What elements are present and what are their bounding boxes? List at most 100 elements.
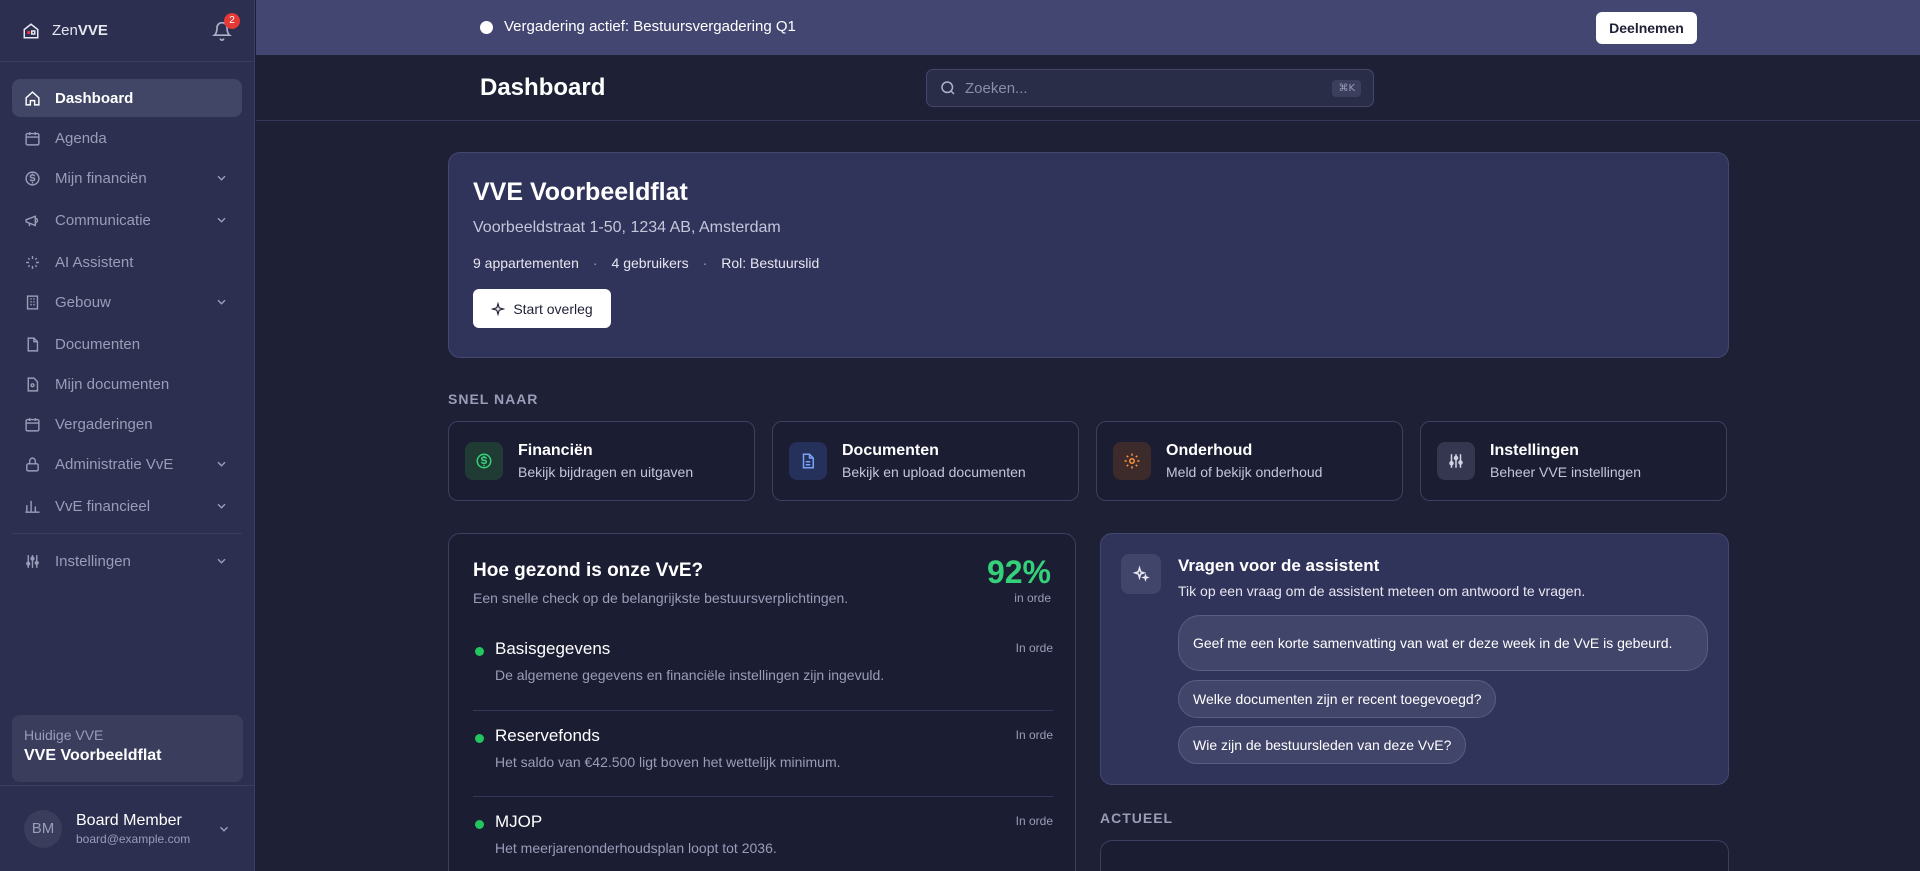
health-item-status: In orde (1015, 641, 1053, 655)
vve-meta: 9 appartementen · 4 gebruikers · Rol: Be… (473, 255, 1704, 271)
health-subtitle: Een snelle check op de belangrijkste bes… (473, 590, 849, 606)
status-dot (475, 820, 484, 829)
assistant-subtitle: Tik op een vraag om de assistent meteen … (1178, 583, 1586, 599)
lock-icon (26, 456, 39, 472)
sidebar-item-instellingen[interactable]: Instellingen (12, 542, 242, 580)
actueel-card (1100, 840, 1729, 871)
quick-link-text: Onderhoud Meld of bekijk onderhoud (1166, 442, 1322, 480)
sidebar-item-vve-financieel[interactable]: VvE financieel (12, 487, 242, 525)
sidebar-item-ai-assistent[interactable]: AI Assistent (12, 243, 242, 281)
health-item-title: MJOP (495, 812, 543, 831)
sidebar-item-label: AI Assistent (55, 253, 134, 271)
sidebar-item-agenda[interactable]: Agenda (12, 119, 242, 157)
suggested-question-chip[interactable]: Welke documenten zijn er recent toegevoe… (1178, 680, 1497, 718)
role-label: Rol: Bestuurslid (721, 255, 820, 271)
divider (473, 710, 1053, 711)
building-logo-icon (23, 22, 39, 38)
gear-icon (1124, 453, 1140, 469)
calendar-icon (25, 131, 40, 146)
megaphone-icon (25, 214, 39, 226)
sidebar-item-label: Agenda (55, 129, 107, 147)
user-menu[interactable]: BM Board Member board@example.com (0, 785, 255, 871)
vve-name: VVE Voorbeeldflat (473, 178, 688, 206)
user-info: Board Member board@example.com (76, 812, 190, 846)
health-item-desc: Het meerjarenonderhoudsplan loopt tot 20… (495, 840, 777, 856)
sidebar-item-label: Dashboard (55, 89, 134, 107)
quick-link-financien[interactable]: Financiën Bekijk bijdragen en uitgaven (448, 421, 755, 501)
health-item-title: Reservefonds (495, 726, 600, 745)
sparkle-icon (491, 301, 506, 316)
building-icon (26, 294, 39, 310)
quick-icon-wrap (465, 442, 503, 480)
sidebar-divider (12, 533, 242, 534)
sidebar-item-communicatie[interactable]: Communicatie (12, 201, 242, 239)
sidebar-item-label: Administratie VvE (55, 455, 174, 473)
current-vve-name: VVE Voorbeeldflat (24, 747, 162, 764)
meeting-banner: Vergadering actief: Bestuursvergadering … (256, 0, 1920, 55)
assistant-questions-card: Vragen voor de assistent Tik op een vraa… (1100, 533, 1729, 785)
apartment-count: 9 appartementen (473, 255, 579, 271)
app-logo[interactable]: ZenVVE (52, 22, 108, 39)
sidebar-item-dashboard[interactable]: Dashboard (12, 79, 242, 117)
quick-link-subtitle: Meld of bekijk onderhoud (1166, 464, 1323, 480)
quick-link-title: Financiën (518, 442, 593, 459)
chevron-down-icon (219, 826, 229, 832)
sidebar-nav: Dashboard Agenda Mijn financiën Communic… (0, 62, 254, 580)
dollar-circle-icon (476, 453, 492, 469)
status-dot (475, 647, 484, 656)
sidebar-item-vergaderingen[interactable]: Vergaderingen (12, 405, 242, 443)
quick-link-subtitle: Bekijk bijdragen en uitgaven (518, 464, 694, 480)
sidebar-item-mijn-documenten[interactable]: Mijn documenten (12, 365, 242, 403)
notification-count-badge: 2 (224, 12, 240, 29)
suggested-question-chip[interactable]: Geef me een korte samenvatting van wat e… (1178, 615, 1708, 671)
health-score: 92% in orde (987, 554, 1051, 605)
health-item-title: Basisgegevens (495, 639, 611, 658)
quick-link-instellingen[interactable]: Instellingen Beheer VVE instellingen (1420, 421, 1727, 501)
chevron-down-icon (217, 558, 226, 564)
sidebar-item-label: Mijn financiën (55, 169, 147, 187)
sidebar-item-gebouw[interactable]: Gebouw (12, 283, 242, 321)
sparkles-icon (26, 255, 39, 269)
quick-link-documenten[interactable]: Documenten Bekijk en upload documenten (772, 421, 1079, 501)
user-email: board@example.com (76, 831, 191, 846)
sidebar-item-mijn-financien[interactable]: Mijn financiën (12, 159, 242, 197)
search-input[interactable] (965, 79, 1333, 97)
file-icon (27, 336, 39, 352)
dollar-circle-icon (25, 170, 40, 186)
sidebar-item-label: Gebouw (55, 293, 111, 311)
chevron-down-icon (217, 503, 226, 509)
sparkles-icon (1132, 565, 1150, 582)
health-check-card: Hoe gezond is onze VvE? Een snelle check… (448, 533, 1076, 871)
chevron-down-icon (217, 175, 226, 181)
suggested-question-chip[interactable]: Wie zijn de bestuursleden van deze VvE? (1178, 726, 1467, 764)
bar-chart-icon (25, 500, 40, 513)
sidebar-item-administratie-vve[interactable]: Administratie VvE (12, 445, 242, 483)
current-vve-selector[interactable]: Huidige VVE VVE Voorbeeldflat (12, 715, 243, 782)
vve-address: Voorbeeldstraat 1-50, 1234 AB, Amsterdam (473, 219, 781, 236)
quick-icon-wrap (1113, 442, 1151, 480)
meta-separator: · (592, 255, 598, 271)
health-title: Hoe gezond is onze VvE? (473, 560, 704, 581)
actueel-heading: ACTUEEL (1100, 810, 1174, 826)
health-item-desc: Het saldo van €42.500 ligt boven het wet… (495, 754, 841, 770)
quick-link-subtitle: Beheer VVE instellingen (1490, 464, 1641, 480)
quick-icon-wrap (789, 442, 827, 480)
search-box[interactable]: ⌘K (926, 69, 1374, 107)
avatar: BM (24, 809, 62, 848)
sidebar-item-label: Documenten (55, 335, 141, 353)
file-user-icon (27, 376, 39, 392)
user-count: 4 gebruikers (611, 255, 689, 271)
join-meeting-button[interactable]: Deelnemen (1596, 12, 1697, 44)
page-title: Dashboard (480, 74, 606, 101)
quick-link-title: Onderhoud (1166, 442, 1253, 459)
quick-link-title: Documenten (842, 442, 939, 459)
vve-overview-card: VVE Voorbeeldflat Voorbeeldstraat 1-50, … (448, 152, 1729, 358)
live-indicator-dot (480, 21, 493, 34)
start-meeting-label: Start overleg (513, 300, 593, 317)
start-meeting-button[interactable]: Start overleg (473, 289, 611, 328)
quick-link-subtitle: Bekijk en upload documenten (842, 464, 1026, 480)
quick-link-onderhoud[interactable]: Onderhoud Meld of bekijk onderhoud (1096, 421, 1403, 501)
notifications-button[interactable]: 2 (211, 12, 240, 41)
sidebar-item-documenten[interactable]: Documenten (12, 325, 242, 363)
home-icon (25, 90, 40, 106)
